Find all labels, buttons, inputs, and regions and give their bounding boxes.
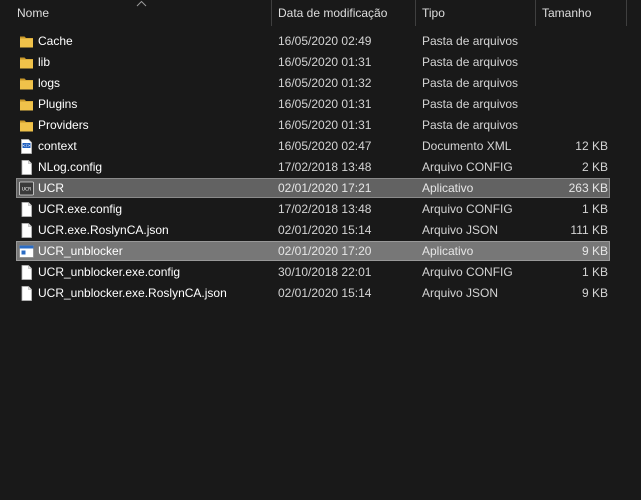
- file-size: [538, 31, 608, 52]
- folder-icon: [19, 55, 34, 70]
- column-header-name-label: Nome: [17, 6, 50, 20]
- file-type: Arquivo CONFIG: [422, 265, 513, 279]
- file-name: context: [38, 139, 77, 153]
- file-type: Documento XML: [422, 139, 512, 153]
- file-size: [538, 94, 608, 115]
- file-name: Plugins: [38, 97, 78, 111]
- file-size: 1 KB: [581, 265, 608, 279]
- file-size: 12 KB: [575, 139, 608, 153]
- file-name: UCR_unblocker.exe.config: [38, 265, 181, 279]
- file-icon: [19, 160, 34, 175]
- file-name: NLog.config: [38, 160, 103, 174]
- file-icon: [19, 202, 34, 217]
- file-size: 9 KB: [581, 286, 608, 300]
- file-row[interactable]: Cache 16/05/2020 02:49 Pasta de arquivos: [0, 31, 641, 52]
- file-row[interactable]: UCR UCR 02/01/2020 17:21 Aplicativo 263 KB: [0, 178, 641, 199]
- file-size: 9 KB: [581, 244, 608, 258]
- file-type: Pasta de arquivos: [422, 34, 519, 48]
- file-name: UCR: [38, 181, 64, 195]
- file-date-modified: 16/05/2020 01:31: [278, 55, 372, 69]
- file-row[interactable]: UCR_unblocker.exe.config 30/10/2018 22:01…: [0, 262, 641, 283]
- file-row[interactable]: Providers 16/05/2020 01:31 Pasta de arquiv…: [0, 115, 641, 136]
- file-name: UCR_unblocker: [38, 244, 123, 258]
- file-type: Pasta de arquivos: [422, 118, 519, 132]
- column-header-type[interactable]: Tipo: [416, 0, 535, 26]
- file-size: [538, 115, 608, 136]
- file-name: logs: [38, 76, 61, 90]
- file-date-modified: 16/05/2020 01:32: [278, 76, 372, 90]
- file-name: UCR.exe.RoslynCA.json: [38, 223, 169, 237]
- column-header-size-label: Tamanho: [542, 6, 592, 20]
- folder-icon: [19, 97, 34, 112]
- file-name: UCR.exe.config: [38, 202, 123, 216]
- column-header-bar: Nome Data de modificação Tipo Tamanho: [0, 0, 641, 26]
- folder-icon: [19, 76, 34, 91]
- file-row[interactable]: </> context 16/05/2020 02:47 Documento XML 1…: [0, 136, 641, 157]
- file-date-modified: 17/02/2018 13:48: [278, 202, 372, 216]
- file-row[interactable]: lib 16/05/2020 01:31 Pasta de arquivos: [0, 52, 641, 73]
- file-type: Arquivo JSON: [422, 286, 499, 300]
- svg-text:</>: </>: [22, 143, 30, 148]
- file-date-modified: 16/05/2020 01:31: [278, 97, 372, 111]
- file-row[interactable]: UCR.exe.config 17/02/2018 13:48 Arquivo CO…: [0, 199, 641, 220]
- file-size: 263 KB: [568, 181, 608, 195]
- file-size: 2 KB: [581, 160, 608, 174]
- file-type: Pasta de arquivos: [422, 76, 519, 90]
- file-size: 1 KB: [581, 202, 608, 216]
- file-date-modified: 30/10/2018 22:01: [278, 265, 372, 279]
- file-row[interactable]: NLog.config 17/02/2018 13:48 Arquivo CONFI…: [0, 157, 641, 178]
- file-list: Cache 16/05/2020 02:49 Pasta de arquivos li…: [0, 31, 641, 304]
- file-type: Aplicativo: [422, 244, 474, 258]
- file-type: Pasta de arquivos: [422, 55, 519, 69]
- file-date-modified: 17/02/2018 13:48: [278, 160, 372, 174]
- file-name: lib: [38, 55, 51, 69]
- file-explorer-list: Nome Data de modificação Tipo Tamanho Ca…: [0, 0, 641, 500]
- file-row[interactable]: UCR_unblocker.exe.RoslynCA.json 02/01/202…: [0, 283, 641, 304]
- file-icon: [19, 265, 34, 280]
- file-name: Cache: [38, 34, 73, 48]
- file-date-modified: 02/01/2020 15:14: [278, 286, 372, 300]
- file-name: UCR_unblocker.exe.RoslynCA.json: [38, 286, 227, 300]
- file-date-modified: 02/01/2020 17:20: [278, 244, 372, 258]
- file-icon: [19, 286, 34, 301]
- file-row[interactable]: UCR_unblocker 02/01/2020 17:20 Aplicativo 9…: [0, 241, 641, 262]
- folder-icon: [19, 118, 34, 133]
- file-date-modified: 16/05/2020 01:31: [278, 118, 372, 132]
- ucr-app-icon: UCR: [19, 181, 34, 196]
- window-app-icon: [19, 244, 34, 259]
- column-header-date[interactable]: Data de modificação: [272, 0, 415, 26]
- file-icon: [19, 223, 34, 238]
- file-row[interactable]: UCR.exe.RoslynCA.json 02/01/2020 15:14 Arq…: [0, 220, 641, 241]
- file-date-modified: 02/01/2020 17:21: [278, 181, 372, 195]
- file-row[interactable]: Plugins 16/05/2020 01:31 Pasta de arquivos: [0, 94, 641, 115]
- svg-text:UCR: UCR: [22, 187, 32, 193]
- file-date-modified: 02/01/2020 15:14: [278, 223, 372, 237]
- xml-file-icon: </>: [19, 139, 34, 154]
- folder-icon: [19, 34, 34, 49]
- file-type: Arquivo CONFIG: [422, 160, 513, 174]
- file-size: 111 KB: [570, 223, 608, 237]
- column-header-size[interactable]: Tamanho: [536, 0, 626, 26]
- sort-up-chevron-icon: [136, 0, 147, 7]
- file-type: Arquivo JSON: [422, 223, 499, 237]
- file-type: Aplicativo: [422, 181, 474, 195]
- file-row[interactable]: logs 16/05/2020 01:32 Pasta de arquivos: [0, 73, 641, 94]
- file-size: [538, 52, 608, 73]
- column-divider[interactable]: [626, 0, 627, 26]
- column-header-type-label: Tipo: [422, 6, 445, 20]
- file-type: Pasta de arquivos: [422, 97, 519, 111]
- file-date-modified: 16/05/2020 02:47: [278, 139, 372, 153]
- file-name: Providers: [38, 118, 89, 132]
- file-date-modified: 16/05/2020 02:49: [278, 34, 372, 48]
- file-size: [538, 73, 608, 94]
- column-header-date-label: Data de modificação: [278, 6, 388, 20]
- file-type: Arquivo CONFIG: [422, 202, 513, 216]
